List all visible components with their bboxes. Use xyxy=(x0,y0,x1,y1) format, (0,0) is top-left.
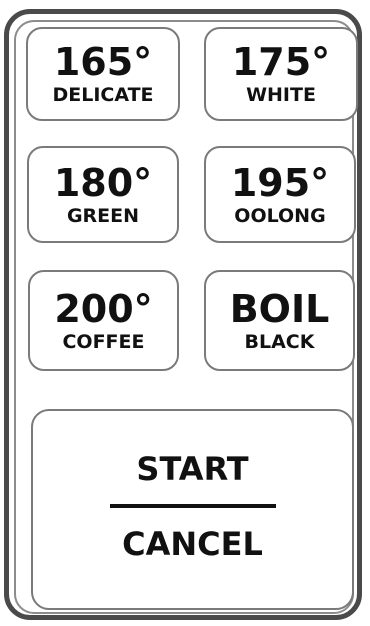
preset-temperature: 195° xyxy=(230,160,330,205)
preset-button-green[interactable]: 180° GREEN xyxy=(27,146,179,243)
preset-button-delicate[interactable]: 165° DELICATE xyxy=(26,27,180,121)
preset-label: GREEN xyxy=(66,204,140,227)
preset-temperature: 200° xyxy=(54,286,153,331)
preset-label: DELICATE xyxy=(52,84,154,106)
preset-temperature: 175° xyxy=(231,40,331,84)
preset-temperature: 180° xyxy=(53,160,153,205)
start-cancel-divider xyxy=(110,504,276,508)
preset-button-white[interactable]: 175° WHITE xyxy=(204,27,358,121)
preset-button-oolong[interactable]: 195° OOLONG xyxy=(204,146,356,243)
preset-label: COFFEE xyxy=(62,330,145,353)
start-label: START xyxy=(136,450,249,488)
preset-temperature: 165° xyxy=(53,40,153,84)
preset-temperature: BOIL xyxy=(229,286,330,331)
preset-label: OOLONG xyxy=(234,204,326,227)
preset-label: BLACK xyxy=(244,330,315,353)
preset-button-black[interactable]: BOIL BLACK xyxy=(204,270,355,371)
preset-label: WHITE xyxy=(246,84,316,106)
start-cancel-button[interactable]: START CANCEL xyxy=(31,409,354,610)
preset-button-coffee[interactable]: 200° COFFEE xyxy=(28,270,179,371)
cancel-label: CANCEL xyxy=(122,525,263,563)
